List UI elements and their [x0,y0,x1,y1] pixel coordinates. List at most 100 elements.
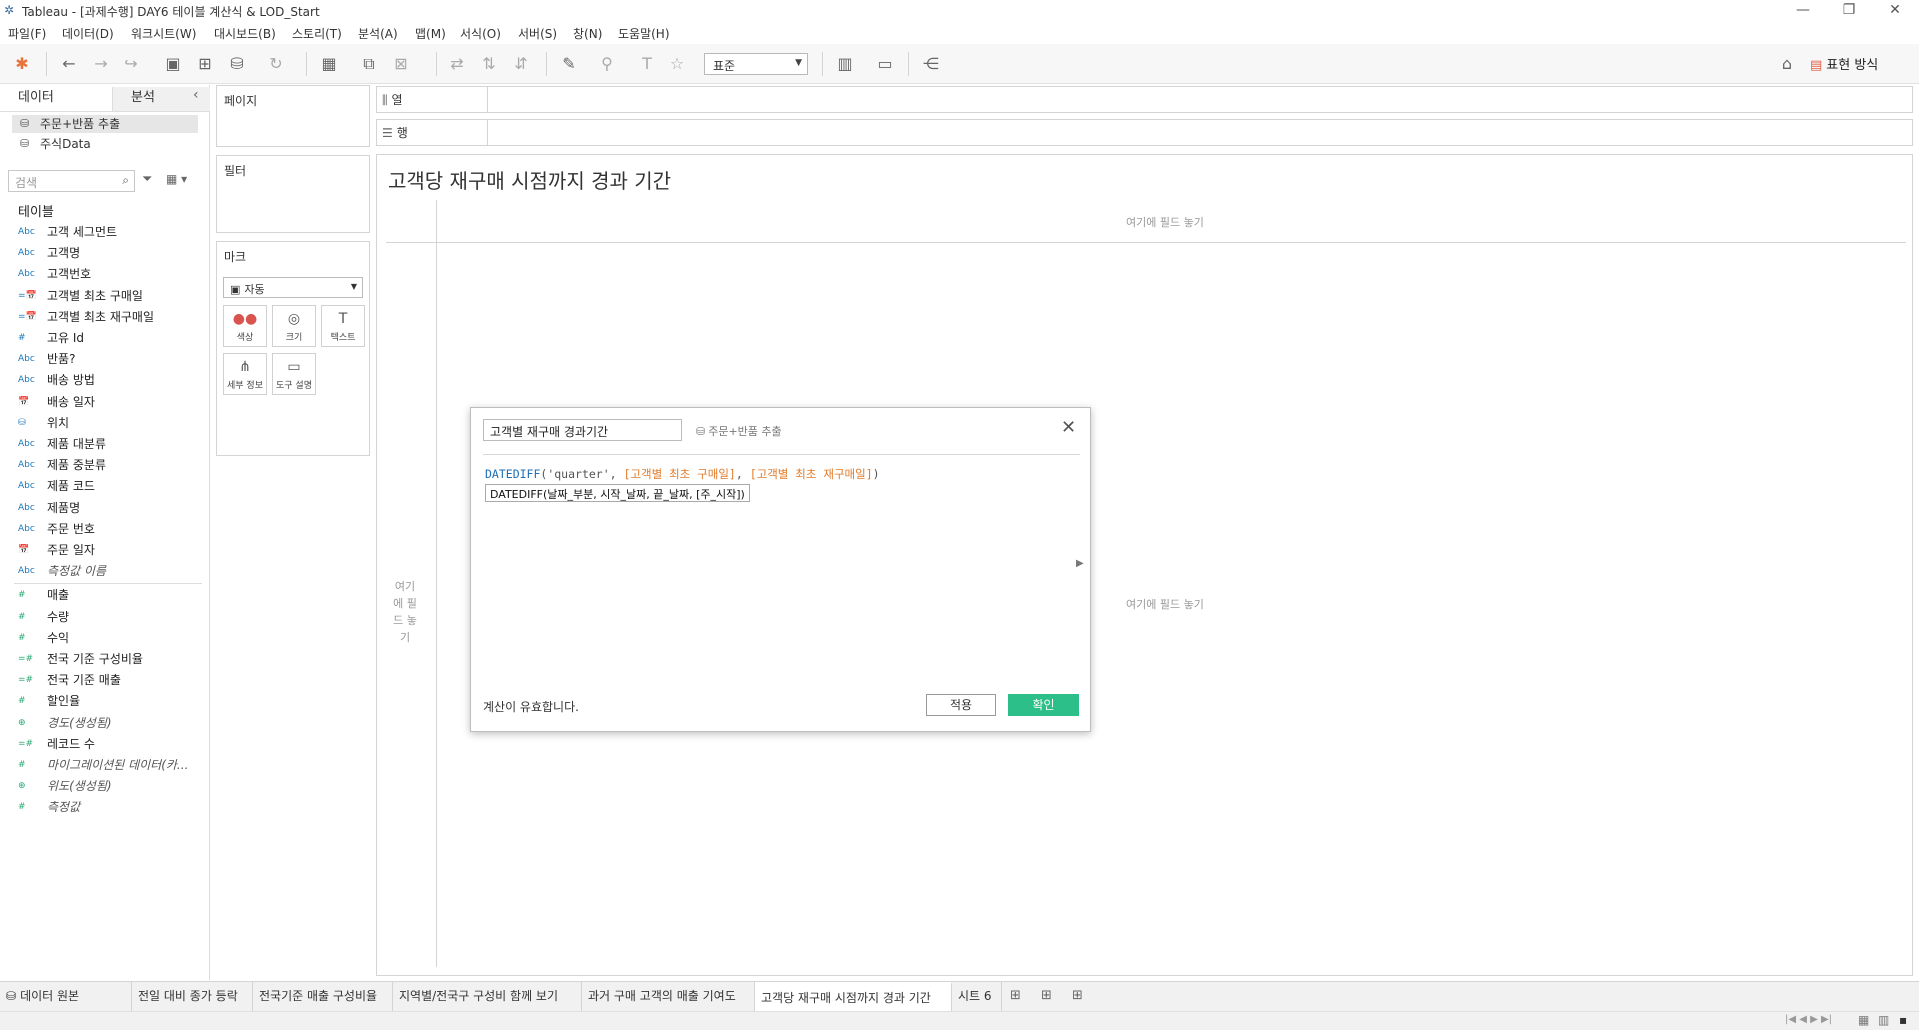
refresh-icon[interactable]: ↻ [265,53,287,75]
presentation-mode-icon[interactable]: ▭ [874,53,896,75]
pause-auto-update-icon[interactable]: ⛁ [226,53,248,75]
labels-icon[interactable]: T [636,53,658,75]
dimension-field[interactable]: Abc 제품 코드 [0,476,205,496]
sort-desc-icon[interactable]: ⇵ [510,53,532,75]
dimension-field[interactable]: Abc 고객 세그먼트 [0,222,205,242]
dimension-field[interactable]: Abc 고객번호 [0,264,205,284]
color-button[interactable]: ●● 색상 [223,305,267,347]
sheet-tab[interactable]: 전국기준 매출 구성비율 [253,982,393,1012]
expand-panel-icon[interactable]: ▶ [1076,558,1084,569]
view-options-icon[interactable]: ▦ ▾ [166,172,187,186]
datasource-item[interactable]: ⛁ 주문+반품 추출 [12,115,198,133]
dimension-field[interactable]: # 고유 Id [0,328,205,348]
dimension-field[interactable]: Abc 제품 대분류 [0,434,205,454]
sheet-tab[interactable]: 지역별/전국구 구성비 함께 보기 [393,982,582,1012]
menu-format[interactable]: 서식(O) [460,25,501,42]
dimension-field[interactable]: Abc 배송 방법 [0,370,205,390]
measure-field[interactable]: ⊕ 경도(생성됨) [0,713,205,733]
dimension-field[interactable]: =📅 고객별 최초 구매일 [0,286,205,306]
close-window-icon[interactable]: ✕ [1872,0,1918,22]
menu-story[interactable]: 스토리(T) [292,25,342,42]
new-worksheet-icon[interactable]: ▦ [318,53,340,75]
restore-icon[interactable]: ❐ [1826,0,1872,22]
drop-field-top[interactable]: 여기에 필드 놓기 [1126,214,1204,230]
menu-window[interactable]: 창(N) [573,25,602,42]
measure-field[interactable]: # 매출 [0,585,205,605]
replay-icon[interactable]: ↪ [120,53,142,75]
group-icon[interactable]: ⚲ [596,53,618,75]
mark-type-select[interactable]: ▣ 자동 ▼ [223,277,363,298]
new-dashboard-icon[interactable]: ⊞ [1041,988,1052,1003]
sheet-sorter-icon[interactable]: ▦ [1858,1013,1869,1027]
menu-analysis[interactable]: 분석(A) [358,25,398,42]
paint-roller-icon[interactable]: ⌂ [1776,53,1798,75]
highlight-icon[interactable]: ✎ [558,53,580,75]
swap-icon[interactable]: ⇄ [446,53,468,75]
rows-shelf[interactable]: ☰ 행 [376,119,1913,146]
formula-editor[interactable]: DATEDIFF('quarter', [고객별 최초 구매일], [고객별 최… [485,466,880,482]
close-dialog-icon[interactable]: ✕ [1061,417,1076,438]
sheet-tab[interactable]: 전일 대비 종가 등락 [132,982,253,1012]
menu-map[interactable]: 맵(M) [415,25,446,42]
ok-button[interactable]: 확인 [1008,694,1079,716]
minimize-icon[interactable]: — [1780,0,1826,22]
tab-data[interactable]: 데이터 [0,87,112,111]
measure-field[interactable]: =# 전국 기준 구성비율 [0,649,205,669]
dimension-field[interactable]: =📅 고객별 최초 재구매일 [0,307,205,327]
tab-datasource[interactable]: ⛁ 데이터 원본 [0,982,132,1012]
new-story-icon[interactable]: ⊞ [1072,988,1083,1003]
sheet-tab[interactable]: 시트 6 [952,982,1002,1012]
measure-field[interactable]: ⊕ 위도(생성됨) [0,776,205,796]
measure-field[interactable]: # 수량 [0,607,205,627]
new-worksheet-icon[interactable]: ⊞ [1010,988,1021,1003]
tableau-home-icon[interactable]: ✱ [11,53,33,75]
sheet-navigation-icons[interactable]: |◀ ◀ ▶ ▶| [1785,1014,1832,1025]
pages-card[interactable]: 페이지 [216,85,370,147]
menu-data[interactable]: 데이터(D) [62,25,114,42]
dimension-field[interactable]: Abc 반품? [0,349,205,369]
dimension-field[interactable]: ⛁ 위치 [0,413,205,433]
columns-shelf[interactable]: ⫼ 열 [376,86,1913,113]
menu-dashboard[interactable]: 대시보드(B) [214,25,276,42]
new-datasource-icon[interactable]: ⊞ [194,53,216,75]
detail-button[interactable]: ⋔ 세부 정보 [223,353,267,395]
menu-worksheet[interactable]: 워크시트(W) [131,25,196,42]
drop-field-left[interactable]: 여기에 필드 놓기 [390,578,420,646]
measure-field[interactable]: =# 전국 기준 매출 [0,670,205,690]
undo-icon[interactable]: ← [58,53,80,75]
search-input[interactable]: 검색 ⌕ [8,170,135,192]
dimension-field[interactable]: Abc 제품명 [0,498,205,518]
label-button[interactable]: T 텍스트 [321,305,365,347]
dimension-field[interactable]: 📅 주문 일자 [0,540,205,560]
calculation-name-input[interactable]: 고객별 재구매 경과기간 [483,419,682,441]
measure-field[interactable]: # 할인율 [0,691,205,711]
menu-server[interactable]: 서버(S) [518,25,557,42]
sort-asc-icon[interactable]: ⇅ [478,53,500,75]
save-icon[interactable]: ▣ [162,53,184,75]
fit-select[interactable]: 표준 ▼ [704,53,808,75]
filmstrip-icon[interactable]: ▥ [1878,1013,1889,1027]
datasource-item[interactable]: ⛁ 주식Data [12,135,198,153]
dimension-field[interactable]: Abc 고객명 [0,243,205,263]
collapse-pane-icon[interactable]: ‹ [193,87,199,103]
show-cards-icon[interactable]: ▥ [834,53,856,75]
measure-field[interactable]: =# 레코드 수 [0,734,205,754]
dimension-field[interactable]: 📅 배송 일자 [0,392,205,412]
measure-field[interactable]: # 마이그레이션된 데이터(카... [0,755,205,775]
menu-file[interactable]: 파일(F) [8,25,46,42]
tooltip-button[interactable]: ▭ 도구 설명 [272,353,316,395]
filters-card[interactable]: 필터 [216,155,370,233]
drop-field-center[interactable]: 여기에 필드 놓기 [1126,596,1204,612]
duplicate-sheet-icon[interactable]: ⧉ [358,53,380,75]
dimension-field[interactable]: Abc 제품 중분류 [0,455,205,475]
size-button[interactable]: ◎ 크기 [272,305,316,347]
clear-sheet-icon[interactable]: ⊠ [390,53,412,75]
apply-button[interactable]: 적용 [926,694,996,716]
show-me-button[interactable]: ▤ 표현 방식 [1810,54,1878,73]
share-icon[interactable]: ⋲ [920,53,942,75]
fix-axes-icon[interactable]: ☆ [666,53,688,75]
sheet-tab[interactable]: 과거 구매 고객의 매출 기여도 [582,982,755,1012]
dimension-field[interactable]: Abc 주문 번호 [0,519,205,539]
redo-icon[interactable]: → [90,53,112,75]
tabs-view-icon[interactable]: ▪ [1899,1013,1907,1027]
